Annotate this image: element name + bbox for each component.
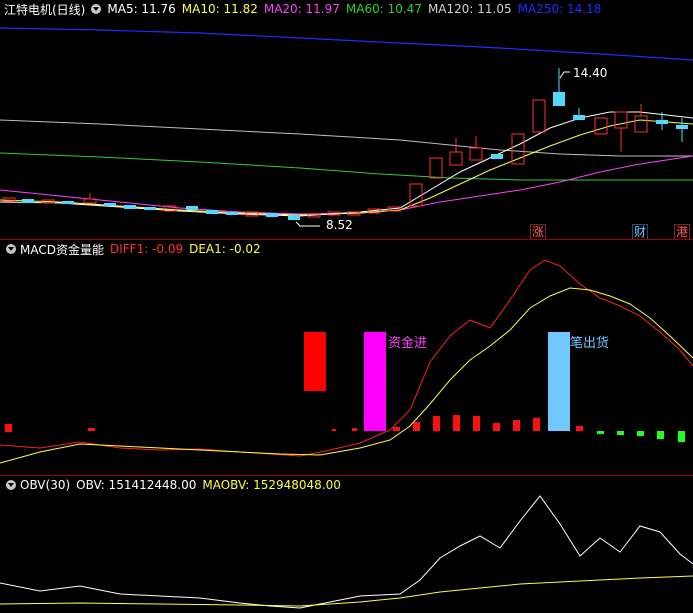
macd-title: MACD资金量能: [20, 242, 104, 257]
dea-line: [0, 287, 693, 464]
chevron-down-icon[interactable]: [6, 480, 16, 490]
macd-panel[interactable]: MACD资金量能 DIFF1: -0.09 DEA1: -0.02 资金进 笔出…: [0, 240, 693, 475]
kline-panel[interactable]: 江特电机(日线) MA5: 11.76 MA10: 11.82 MA20: 11…: [0, 0, 693, 240]
obv-value-label: OBV: 151412448.00: [76, 478, 197, 492]
ma20-label: MA20: 11.97: [263, 2, 340, 16]
ma5-label: MA5: 11.76: [107, 2, 176, 16]
kline-header: 江特电机(日线) MA5: 11.76 MA10: 11.82 MA20: 11…: [0, 0, 693, 18]
dea1-label: DEA1: -0.02: [189, 242, 261, 256]
low-marker-arrow: [295, 221, 320, 227]
ma250-label: MA250: 14.18: [517, 2, 602, 16]
funds-in-annotation: 资金进: [388, 336, 428, 351]
chevron-down-icon[interactable]: [91, 4, 102, 14]
obv-line: [0, 495, 693, 609]
low-price-label: 8.52: [326, 218, 353, 232]
ma250-line: [0, 27, 693, 61]
obv-chart: [0, 495, 693, 609]
diff-line: [0, 259, 693, 457]
ma10-label: MA10: 11.82: [181, 2, 258, 16]
obv-panel[interactable]: OBV(30) OBV: 151412448.00 MAOBV: 1529480…: [0, 476, 693, 613]
sell-out-annotation: 笔出货: [570, 336, 610, 351]
tag-zhang[interactable]: 涨: [530, 224, 547, 240]
obv-header: OBV(30) OBV: 151412448.00 MAOBV: 1529480…: [0, 476, 693, 494]
kline-chart: [0, 27, 693, 227]
macd-chart: [0, 259, 693, 464]
candles: [2, 68, 688, 220]
diff1-label: DIFF1: -0.09: [109, 242, 184, 256]
chevron-down-icon[interactable]: [6, 244, 16, 254]
high-price-label: 14.40: [573, 66, 608, 80]
tag-gang[interactable]: 港: [674, 224, 691, 240]
ma60-label: MA60: 10.47: [345, 2, 422, 16]
ma120-line: [0, 119, 693, 157]
high-marker-arrow: [559, 71, 570, 79]
obv-title: OBV(30): [20, 478, 71, 492]
ma120-label: MA120: 11.05: [427, 2, 512, 16]
stock-title: 江特电机(日线): [4, 2, 86, 17]
tag-cai[interactable]: 财: [632, 224, 649, 240]
maobv-value-label: MAOBV: 152948048.00: [202, 478, 341, 492]
ma60-line: [0, 152, 693, 181]
macd-header: MACD资金量能 DIFF1: -0.09 DEA1: -0.02: [0, 240, 693, 258]
